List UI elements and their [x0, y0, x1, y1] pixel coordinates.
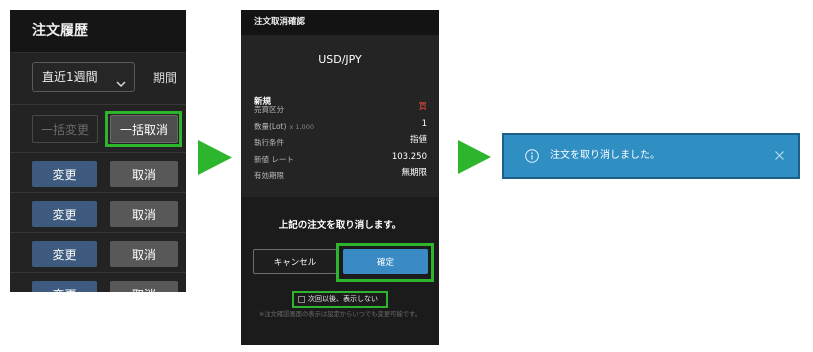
cancel-order-button[interactable]: 取消	[110, 241, 178, 267]
detail-row: 有効期限 無期限	[254, 165, 427, 181]
divider	[10, 104, 186, 105]
detail-row: 売買区分 買	[254, 99, 427, 115]
detail-row: 数量(Lot) x 1,000 1	[254, 116, 427, 132]
confirm-message: 上記の注文を取り消します。	[278, 220, 402, 231]
detail-value: 買	[418, 102, 427, 112]
page-title: 注文履歴	[32, 23, 88, 39]
detail-label: 執行条件	[254, 138, 284, 147]
order-row: 変更 取消	[10, 233, 186, 273]
order-row: 変更 取消	[10, 273, 186, 292]
notification-message: 注文を取り消しました。	[550, 150, 660, 161]
cancel-order-button[interactable]: 取消	[110, 201, 178, 227]
period-label: 期間	[153, 71, 178, 85]
cancel-button[interactable]: キャンセル	[253, 249, 337, 274]
settings-note: ※注文確認画面の表示は設定からいつでも変更可能です。	[258, 311, 422, 318]
detail-row: 執行条件 指値	[254, 132, 427, 148]
dialog-header: 注文取消確認	[241, 10, 439, 35]
dont-show-checkbox[interactable]	[298, 296, 305, 303]
dont-show-label[interactable]: 次回以後、表示しない	[308, 291, 378, 308]
detail-value: 103.250	[391, 151, 427, 162]
change-order-button[interactable]: 変更	[32, 201, 97, 227]
cancel-confirm-dialog: 注文取消確認 USD/JPY 新規 売買区分 買 数量(Lot) x 1,000 …	[241, 10, 439, 345]
detail-value: 無期限	[401, 168, 427, 178]
arrow-right-icon	[198, 140, 232, 175]
info-icon	[525, 149, 539, 163]
detail-value: 指値	[409, 135, 427, 145]
detail-label: 有効期限	[254, 171, 284, 180]
cancel-order-button[interactable]: 取消	[110, 281, 178, 292]
arrow-right-icon	[458, 140, 491, 174]
bulk-change-button[interactable]: 一括変更	[32, 115, 98, 143]
order-history-header: 注文履歴	[10, 10, 186, 53]
currency-pair: USD/JPY	[318, 53, 362, 66]
close-icon[interactable]	[774, 150, 785, 161]
detail-row: 新値 レート 103.250	[254, 149, 427, 165]
detail-label-suffix: x 1,000	[289, 122, 314, 131]
change-order-button[interactable]: 変更	[32, 161, 97, 187]
detail-label: 売買区分	[254, 105, 284, 114]
detail-label: 新値 レート	[254, 154, 294, 164]
bulk-cancel-button[interactable]: 一括取消	[110, 115, 178, 143]
period-select[interactable]: 直近1週間	[32, 62, 135, 92]
dialog-title: 注文取消確認	[254, 17, 306, 27]
order-row: 変更 取消	[10, 153, 186, 193]
confirm-button[interactable]: 確定	[343, 249, 428, 274]
order-history-panel: 注文履歴 直近1週間 期間 一括変更 一括取消 変更 取消 変更 取消 変更 取…	[10, 10, 186, 292]
period-select-value: 直近1週間	[42, 70, 98, 84]
order-row: 変更 取消	[10, 193, 186, 233]
change-order-button[interactable]: 変更	[32, 241, 97, 267]
detail-label: 数量(Lot)	[254, 121, 287, 131]
change-order-button[interactable]: 変更	[32, 281, 97, 292]
chevron-down-icon	[116, 73, 126, 87]
cancel-order-button[interactable]: 取消	[110, 161, 178, 187]
detail-value: 1	[421, 118, 427, 129]
cancel-success-notification: 注文を取り消しました。	[502, 133, 800, 179]
